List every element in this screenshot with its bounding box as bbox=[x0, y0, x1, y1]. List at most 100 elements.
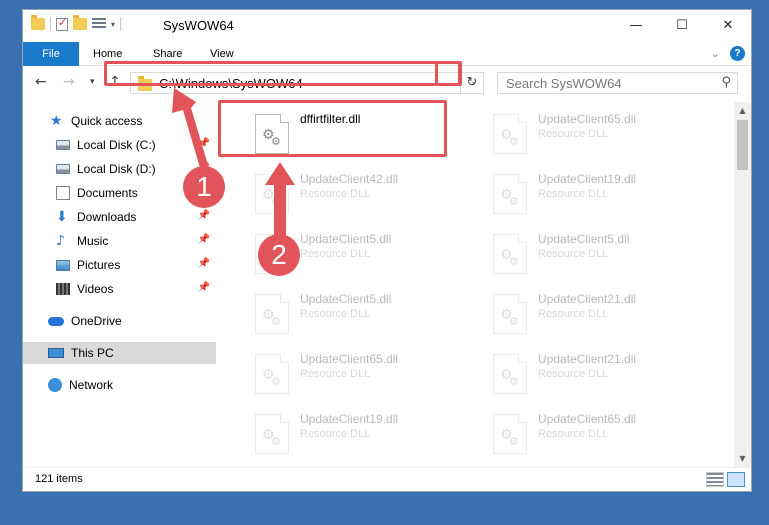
maximize-icon: ☐ bbox=[676, 17, 688, 33]
search-input[interactable]: Search SysWOW64 ⚲ bbox=[497, 72, 738, 94]
step-1-callout: 1 bbox=[183, 166, 225, 208]
search-icon: ⚲ bbox=[721, 75, 731, 90]
dll-file-icon: ⚙⚙ bbox=[493, 354, 527, 394]
new-folder-icon[interactable] bbox=[73, 15, 87, 30]
highlight-refresh-button bbox=[435, 61, 462, 86]
network-icon bbox=[48, 378, 62, 392]
sidebar-item-label: This PC bbox=[71, 346, 114, 360]
file-tile[interactable]: ⚙⚙ UpdateClient5.dll Resource DLL bbox=[481, 228, 711, 280]
back-arrow-icon[interactable]: ← bbox=[35, 74, 47, 90]
file-name: UpdateClient42.dll bbox=[300, 172, 399, 186]
expand-ribbon-icon[interactable]: ⌄ bbox=[711, 47, 720, 60]
refresh-icon: ↻ bbox=[466, 75, 478, 90]
dll-file-icon: ⚙⚙ bbox=[255, 414, 289, 454]
sidebar-item-music[interactable]: ♪ Music 📌 bbox=[23, 230, 216, 252]
cloud-icon bbox=[48, 316, 64, 326]
tab-file[interactable]: File bbox=[23, 42, 79, 66]
file-name: UpdateClient65.dll bbox=[538, 112, 637, 126]
file-name: UpdateClient19.dll bbox=[300, 412, 399, 426]
file-name: UpdateClient5.dll bbox=[300, 232, 392, 246]
large-icons-view-button[interactable] bbox=[727, 472, 745, 487]
file-tile[interactable]: ⚙ ⚙ UpdateClient42.dll Resource DLL bbox=[243, 168, 473, 220]
highlight-file-tile bbox=[218, 100, 447, 157]
file-tile[interactable]: ⚙⚙ UpdateClient5.dll Resource DLL bbox=[243, 288, 473, 340]
scroll-down-icon[interactable]: ▼ bbox=[734, 450, 751, 467]
minimize-button[interactable]: — bbox=[613, 10, 659, 40]
search-placeholder: Search SysWOW64 bbox=[506, 76, 622, 91]
sidebar-item-label: OneDrive bbox=[71, 314, 122, 328]
file-type: Resource DLL bbox=[300, 308, 371, 320]
scrollbar-thumb[interactable] bbox=[737, 120, 748, 170]
dll-file-icon: ⚙⚙ bbox=[493, 234, 527, 274]
forward-arrow-icon[interactable]: → bbox=[63, 74, 75, 90]
sidebar-item-label: Pictures bbox=[77, 258, 121, 272]
sidebar-item-label: Local Disk (C:) bbox=[77, 138, 156, 152]
details-view-button[interactable] bbox=[706, 472, 724, 487]
sidebar-item-this-pc[interactable]: This PC bbox=[23, 342, 216, 364]
navigation-pane: ★ Quick access Local Disk (C:) 📌 Local D… bbox=[23, 102, 218, 467]
sidebar-item-local-disk-c[interactable]: Local Disk (C:) 📌 bbox=[23, 134, 216, 156]
vertical-scrollbar[interactable]: ▲ ▼ bbox=[734, 102, 751, 467]
file-name: UpdateClient65.dll bbox=[300, 352, 399, 366]
file-tile[interactable]: ⚙ ⚙ UpdateClient19.dll Resource DLL bbox=[243, 408, 473, 460]
pin-icon: 📌 bbox=[197, 282, 210, 293]
scroll-up-icon[interactable]: ▲ bbox=[734, 102, 751, 119]
recent-locations-chevron-icon[interactable]: ▾ bbox=[90, 77, 95, 87]
sidebar-item-label: Network bbox=[69, 378, 114, 392]
file-name: UpdateClient5.dll bbox=[538, 232, 630, 246]
dll-file-icon: ⚙⚙ bbox=[493, 114, 527, 154]
maximize-button[interactable]: ☐ bbox=[659, 10, 705, 40]
sidebar-item-pictures[interactable]: Pictures 📌 bbox=[23, 254, 216, 276]
sidebar-item-label: Downloads bbox=[77, 210, 137, 224]
properties-icon[interactable] bbox=[56, 16, 68, 31]
dll-file-icon: ⚙⚙ bbox=[493, 294, 527, 334]
film-strip-icon bbox=[56, 283, 70, 295]
file-tile[interactable]: ⚙ ⚙ UpdateClient19.dll Resource DLL bbox=[481, 168, 711, 220]
step-2-callout: 2 bbox=[258, 234, 300, 276]
file-name: UpdateClient5.dll bbox=[300, 292, 392, 306]
help-icon[interactable]: ? bbox=[730, 46, 745, 61]
sidebar-item-label: Local Disk (D:) bbox=[77, 162, 156, 176]
refresh-button[interactable]: ↻ bbox=[460, 72, 484, 94]
dll-file-icon: ⚙⚙ bbox=[255, 174, 289, 214]
sidebar-item-downloads[interactable]: ⬇ Downloads 📌 bbox=[23, 206, 216, 228]
sidebar-item-videos[interactable]: Videos 📌 bbox=[23, 278, 216, 300]
dll-file-icon: ⚙⚙ bbox=[493, 414, 527, 454]
pin-icon: 📌 bbox=[197, 258, 210, 269]
file-type: Resource DLL bbox=[538, 368, 609, 380]
dll-file-icon: ⚙⚙ bbox=[493, 174, 527, 214]
file-tile[interactable]: ⚙ ⚙ UpdateClient65.dll Resource DLL bbox=[481, 408, 711, 460]
pin-icon: 📌 bbox=[197, 210, 210, 221]
sidebar-item-network[interactable]: Network bbox=[23, 374, 216, 396]
divider bbox=[120, 17, 122, 31]
file-name: UpdateClient21.dll bbox=[538, 352, 637, 366]
sidebar-item-quick-access[interactable]: ★ Quick access bbox=[23, 110, 216, 132]
file-tile[interactable]: ⚙ ⚙ UpdateClient21.dll Resource DLL bbox=[481, 288, 711, 340]
view-icon[interactable] bbox=[92, 18, 106, 30]
sidebar-item-label: Documents bbox=[77, 186, 138, 200]
sidebar-item-label: Quick access bbox=[71, 114, 143, 128]
sidebar-item-onedrive[interactable]: OneDrive bbox=[23, 310, 216, 332]
file-tile[interactable]: ⚙ ⚙ UpdateClient65.dll Resource DLL bbox=[243, 348, 473, 400]
file-name: UpdateClient21.dll bbox=[538, 292, 637, 306]
hard-drive-icon bbox=[56, 140, 70, 150]
highlight-address-bar bbox=[104, 61, 461, 86]
file-type: Resource DLL bbox=[538, 308, 609, 320]
window-title: SysWOW64 bbox=[163, 18, 234, 33]
file-type: Resource DLL bbox=[300, 188, 371, 200]
document-icon bbox=[56, 186, 70, 200]
file-name: UpdateClient65.dll bbox=[538, 412, 637, 426]
close-button[interactable]: ✕ bbox=[705, 10, 751, 40]
chevron-down-icon[interactable]: ▾ bbox=[111, 20, 115, 29]
status-bar: 121 items bbox=[23, 467, 751, 491]
dll-file-icon: ⚙⚙ bbox=[255, 354, 289, 394]
file-type: Resource DLL bbox=[300, 368, 371, 380]
file-tile[interactable]: ⚙ ⚙ UpdateClient65.dll Resource DLL bbox=[481, 108, 711, 160]
file-type: Resource DLL bbox=[538, 248, 609, 260]
file-name: UpdateClient19.dll bbox=[538, 172, 637, 186]
item-count: 121 items bbox=[35, 473, 83, 485]
divider bbox=[50, 17, 51, 31]
file-tile[interactable]: ⚙ ⚙ UpdateClient21.dll Resource DLL bbox=[481, 348, 711, 400]
computer-icon bbox=[48, 348, 64, 358]
minimize-icon: — bbox=[629, 17, 643, 33]
